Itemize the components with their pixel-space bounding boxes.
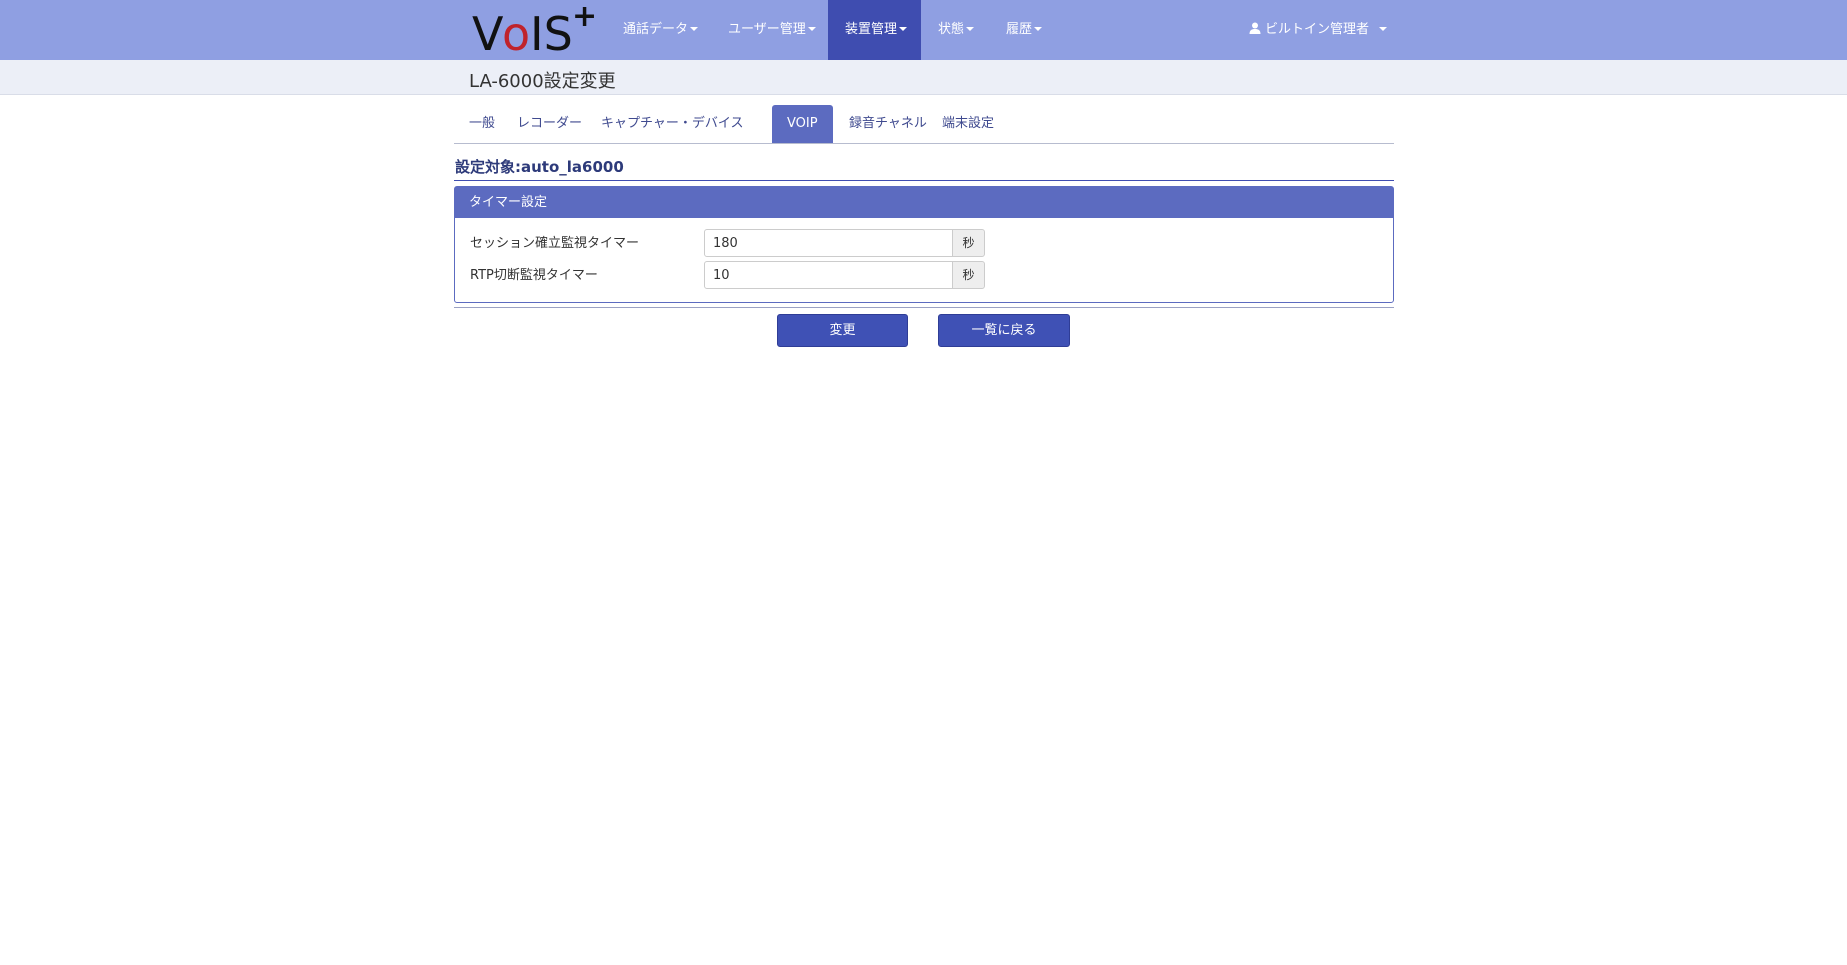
back-to-list-button[interactable]: 一覧に戻る xyxy=(938,314,1070,347)
tab-recording-channel[interactable]: 録音チャネル xyxy=(834,105,942,143)
svg-text:IS: IS xyxy=(530,7,573,56)
panel-heading: タイマー設定 xyxy=(455,187,1393,218)
session-timer-input[interactable] xyxy=(704,229,953,257)
unit-addon: 秒 xyxy=(952,261,985,289)
tab-capture-device[interactable]: キャプチャー・デバイス xyxy=(586,105,758,143)
user-icon xyxy=(1249,22,1261,34)
session-timer-label: セッション確立監視タイマー xyxy=(470,236,640,251)
nav-menu-device-management[interactable]: 装置管理 xyxy=(828,0,921,60)
nav-menu-label: 装置管理 xyxy=(845,22,898,37)
tab-recorder[interactable]: レコーダー xyxy=(502,105,597,143)
nav-menu-user-management[interactable]: ユーザー管理 xyxy=(711,0,833,60)
svg-text:V: V xyxy=(472,7,504,56)
rtp-timer-input-group: 秒 xyxy=(704,261,987,289)
caret-down-icon xyxy=(690,26,699,31)
user-menu-label: ビルトイン管理者 xyxy=(1265,22,1370,37)
nav-menu-label: 履歴 xyxy=(1006,22,1033,37)
caret-down-icon xyxy=(1034,26,1043,31)
page-header-bar xyxy=(0,60,1847,95)
nav-menu-status[interactable]: 状態 xyxy=(921,0,991,60)
top-navbar: V o IS + 通話データ ユーザー管理 装置管理 状態 履歴 ビルトイン管理… xyxy=(0,0,1847,60)
settings-tabs: 一般 レコーダー キャプチャー・デバイス VOIP 録音チャネル 端末設定 xyxy=(454,105,1394,144)
caret-down-icon xyxy=(807,26,816,31)
nav-menu-history[interactable]: 履歴 xyxy=(989,0,1059,60)
divider xyxy=(454,180,1394,181)
timer-settings-panel: タイマー設定 セッション確立監視タイマー 秒 RTP切断監視タイマー 秒 xyxy=(454,186,1394,303)
nav-menu-label: 通話データ xyxy=(623,22,689,37)
svg-text:+: + xyxy=(572,4,594,34)
session-timer-input-group: 秒 xyxy=(704,229,987,257)
caret-down-icon xyxy=(966,26,975,31)
page-title: LA-6000設定変更 xyxy=(469,71,616,92)
nav-menu-label: 状態 xyxy=(938,22,965,37)
nav-menu-call-data[interactable]: 通話データ xyxy=(606,0,715,60)
divider xyxy=(454,307,1394,308)
caret-down-icon xyxy=(1379,26,1388,31)
rtp-timer-label: RTP切断監視タイマー xyxy=(470,268,598,283)
user-menu[interactable]: ビルトイン管理者 xyxy=(1232,0,1404,60)
vois-logo[interactable]: V o IS + xyxy=(472,4,594,56)
change-button[interactable]: 変更 xyxy=(777,314,908,347)
tab-terminal-settings[interactable]: 端末設定 xyxy=(927,105,1009,143)
rtp-timer-input[interactable] xyxy=(704,261,953,289)
svg-text:o: o xyxy=(502,7,530,56)
unit-addon: 秒 xyxy=(952,229,985,257)
caret-down-icon xyxy=(899,26,908,31)
nav-menu-label: ユーザー管理 xyxy=(728,22,806,37)
tab-voip[interactable]: VOIP xyxy=(772,105,833,143)
settings-target: 設定対象:auto_la6000 xyxy=(455,158,624,176)
